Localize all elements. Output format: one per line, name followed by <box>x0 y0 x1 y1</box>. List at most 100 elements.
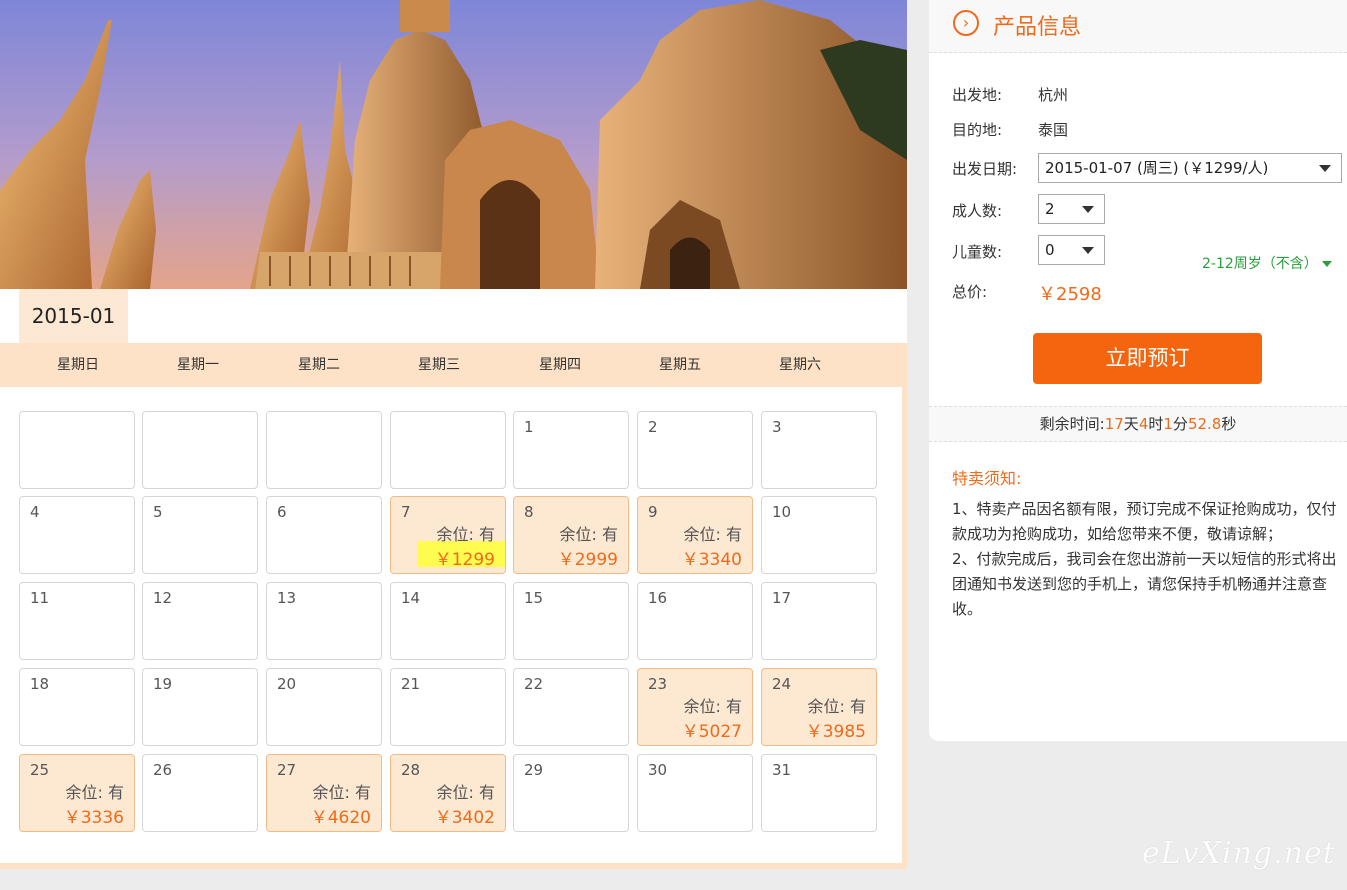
calendar-border-right <box>902 387 907 864</box>
calendar-day-cell: 20 <box>266 668 382 746</box>
day-number: 11 <box>30 589 50 607</box>
seat-availability: 余位: 有 <box>683 697 742 716</box>
calendar-day-cell: 30 <box>637 754 753 832</box>
calendar-day-cell: 13 <box>266 582 382 660</box>
timer-seconds-unit: 秒 <box>1221 415 1237 433</box>
seat-availability: 余位: 有 <box>436 525 495 544</box>
adults-label: 成人数: <box>952 202 1003 220</box>
weekday-label: 星期四 <box>539 357 581 373</box>
month-tab[interactable]: 2015-01 <box>19 289 128 344</box>
notice-line-1: 1、特卖产品因名额有限，预订完成不保证抢购成功，仅付款成功为抢购成功，如给您带来… <box>952 500 1337 543</box>
timer-hours-unit: 时 <box>1148 415 1164 433</box>
calendar-day-cell: 6 <box>266 496 382 574</box>
day-number: 6 <box>277 503 287 521</box>
book-now-button[interactable]: 立即预订 <box>1033 333 1262 384</box>
children-age-hint[interactable]: 2-12周岁（不含） <box>1202 253 1332 273</box>
calendar-day-cell[interactable]: 8 余位: 有 ￥2999 <box>513 496 629 574</box>
day-number: 29 <box>524 761 544 779</box>
chevron-down-icon <box>1082 247 1094 254</box>
timer-hours: 4 <box>1138 415 1149 433</box>
circle-arrow-icon: › <box>953 10 979 36</box>
day-number: 20 <box>277 675 297 693</box>
depart-date-select[interactable]: 2015-01-07 (周三) (￥1299/人) <box>1038 153 1342 183</box>
day-number: 30 <box>648 761 668 779</box>
caret-down-icon <box>1321 261 1332 267</box>
day-number: 2 <box>648 418 658 436</box>
destination-label: 目的地: <box>952 121 1003 139</box>
calendar-day-cell: 12 <box>142 582 258 660</box>
product-info-panel: › 产品信息 出发地: 杭州 目的地: 泰国 出发日期: 2015-01-07 … <box>929 0 1347 741</box>
day-number: 21 <box>401 675 421 693</box>
day-number: 9 <box>648 503 658 521</box>
seat-availability: 余位: 有 <box>559 525 618 544</box>
day-number: 27 <box>277 761 297 779</box>
children-age-hint-text: 2-12周岁（不含） <box>1202 256 1318 272</box>
weekday-label: 星期三 <box>418 357 460 373</box>
calendar-day-cell[interactable]: 9 余位: 有 ￥3340 <box>637 496 753 574</box>
calendar-border-bottom <box>0 863 907 869</box>
day-price: ￥3985 <box>805 722 866 742</box>
total-label: 总价: <box>952 283 988 301</box>
children-select[interactable]: 0 <box>1038 235 1105 265</box>
calendar-day-cell[interactable]: 25 余位: 有 ￥3336 <box>19 754 135 832</box>
weekday-label: 星期一 <box>177 357 219 373</box>
calendar-day-cell: 14 <box>390 582 506 660</box>
calendar-day-cell[interactable]: 23 余位: 有 ￥5027 <box>637 668 753 746</box>
day-price: ￥3340 <box>681 550 742 570</box>
day-number: 25 <box>30 761 50 779</box>
calendar-day-cell[interactable]: 24 余位: 有 ￥3985 <box>761 668 877 746</box>
notice-title: 特卖须知: <box>952 469 1022 488</box>
chevron-down-icon <box>1082 206 1094 213</box>
notice-text: 1、特卖产品因名额有限，预订完成不保证抢购成功，仅付款成功为抢购成功，如给您带来… <box>952 497 1342 622</box>
day-price: ￥1299 <box>434 550 495 570</box>
day-number: 17 <box>772 589 792 607</box>
calendar-day-cell: 16 <box>637 582 753 660</box>
day-number: 28 <box>401 761 421 779</box>
left-column: 2015-01 星期日 星期一 星期二 星期三 星期四 星期五 星期六 1 2 3 4 5 6 7 余位:… <box>0 0 907 890</box>
timer-minutes: 1 <box>1163 415 1173 433</box>
children-value: 0 <box>1045 241 1055 259</box>
adults-select[interactable]: 2 <box>1038 194 1105 224</box>
calendar-day-cell[interactable]: 27 余位: 有 ￥4620 <box>266 754 382 832</box>
calendar-day-cell: 26 <box>142 754 258 832</box>
calendar-day-cell: 17 <box>761 582 877 660</box>
calendar-day-cell[interactable]: 7 余位: 有 ￥1299 <box>390 496 506 574</box>
calendar-day-cell[interactable]: 28 余位: 有 ￥3402 <box>390 754 506 832</box>
calendar-day-cell: 3 <box>761 411 877 489</box>
calendar-empty-cell <box>390 411 506 489</box>
calendar-day-cell: 18 <box>19 668 135 746</box>
day-number: 10 <box>772 503 792 521</box>
watermark-logo: eLvXing.net <box>1142 836 1336 871</box>
day-number: 18 <box>30 675 50 693</box>
calendar-grid: 1 2 3 4 5 6 7 余位: 有 ￥1299 8 余位: 有 ￥2999 9 余位: 有 ￥3340 1… <box>0 387 902 862</box>
calendar-day-cell: 22 <box>513 668 629 746</box>
notice-line-2: 2、付款完成后，我司会在您出游前一天以短信的形式将出团通知书发送到您的手机上，请… <box>952 550 1337 618</box>
day-price: ￥2999 <box>557 550 618 570</box>
chevron-down-icon <box>1319 165 1331 172</box>
weekday-label: 星期六 <box>779 357 821 373</box>
timer-seconds: 52.8 <box>1187 415 1222 433</box>
calendar-day-cell: 31 <box>761 754 877 832</box>
timer-minutes-unit: 分 <box>1172 415 1188 433</box>
day-number: 4 <box>30 503 40 521</box>
weekday-label: 星期日 <box>57 357 99 373</box>
panel-title: 产品信息 <box>993 15 1082 40</box>
destination-value: 泰国 <box>1038 121 1069 139</box>
adults-value: 2 <box>1045 200 1055 218</box>
day-price: ￥5027 <box>681 722 742 742</box>
seat-availability: 余位: 有 <box>683 525 742 544</box>
day-number: 15 <box>524 589 544 607</box>
depart-date-label: 出发日期: <box>952 160 1018 178</box>
weekday-label: 星期五 <box>659 357 701 373</box>
day-price: ￥3336 <box>63 808 124 828</box>
depart-label: 出发地: <box>952 86 1003 104</box>
calendar-day-cell: 5 <box>142 496 258 574</box>
seat-availability: 余位: 有 <box>65 783 124 802</box>
day-number: 13 <box>277 589 297 607</box>
calendar-day-cell: 21 <box>390 668 506 746</box>
calendar-day-cell: 11 <box>19 582 135 660</box>
calendar-day-cell: 10 <box>761 496 877 574</box>
day-number: 12 <box>153 589 173 607</box>
calendar-day-cell: 29 <box>513 754 629 832</box>
day-number: 26 <box>153 761 173 779</box>
